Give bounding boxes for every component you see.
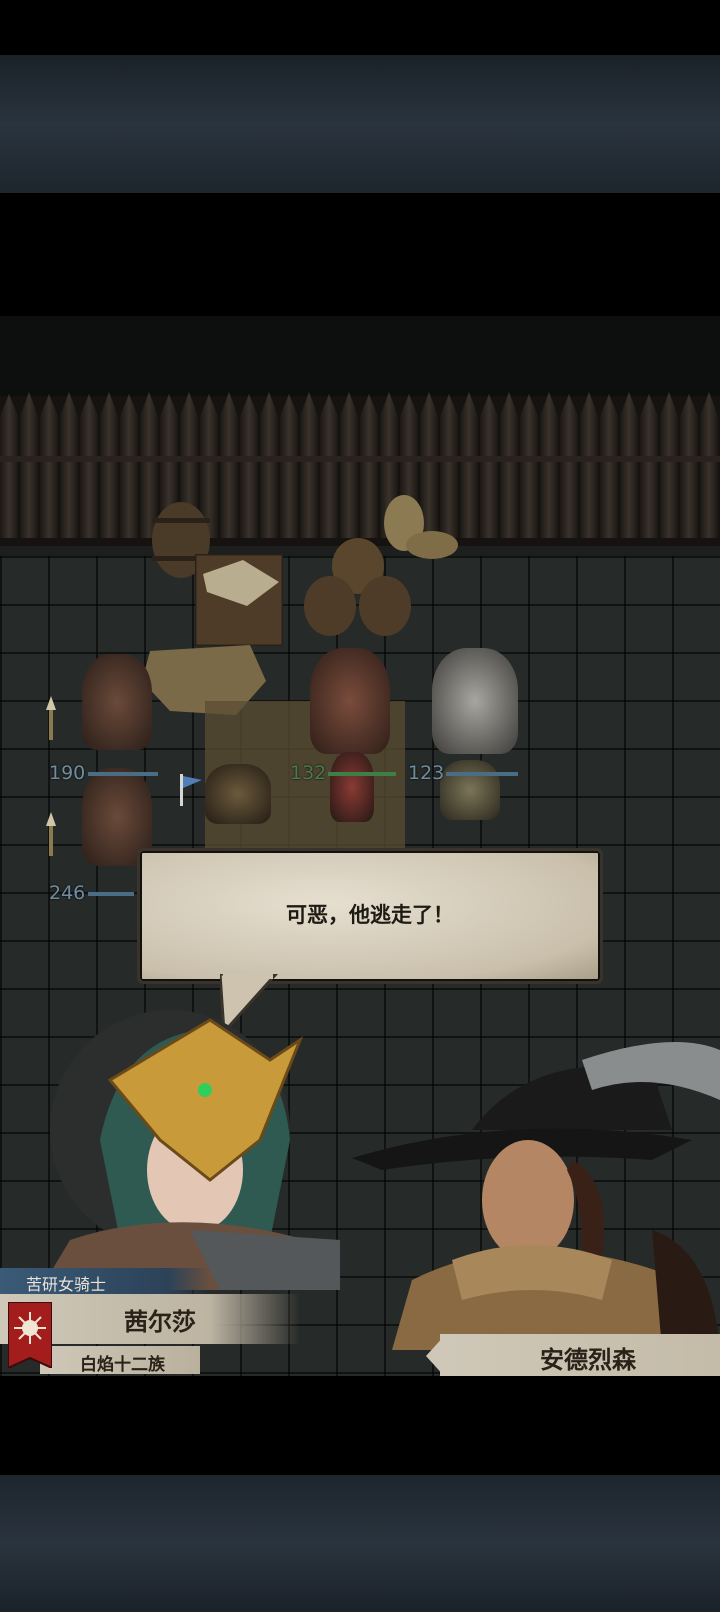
unit-hp-value: 123 <box>408 762 445 784</box>
bottom-letterbox <box>0 1376 720 1475</box>
bottom-letterbox-band <box>0 1475 720 1612</box>
dialogue-text: 可恶，他逃走了！ <box>286 904 454 927</box>
unit-hp-bar <box>88 772 158 776</box>
enemy-unit-shield-1[interactable] <box>82 654 152 750</box>
unit-hp-value: 190 <box>49 762 86 784</box>
speaker-right-name: 安德烈森 <box>540 1347 636 1374</box>
unit-hp-bar <box>88 892 134 896</box>
unit-hp-value: 246 <box>49 882 86 904</box>
enemy-unit-small[interactable] <box>330 752 374 822</box>
speaker-left-clan: 白焰十二族 <box>80 1355 165 1374</box>
dialogue-bubble[interactable]: 可恶，他逃走了！ <box>137 848 603 984</box>
sun-banner-icon <box>8 1302 52 1368</box>
speaker-left-name: 茜尔莎 <box>124 1309 196 1336</box>
enemy-unit-center[interactable] <box>310 648 390 754</box>
unit-hp-bar <box>328 772 396 776</box>
sack-prop <box>384 495 458 559</box>
ally-unit-archer[interactable] <box>440 760 500 820</box>
unit-hp-value: 132 <box>290 762 327 784</box>
ally-unit-hooded[interactable] <box>205 764 271 824</box>
portrait-left-knight <box>40 1010 340 1290</box>
unit-hp-bar <box>446 772 518 776</box>
spear-icon <box>46 812 56 856</box>
speaker-left-title: 苦研女骑士 <box>26 1277 107 1294</box>
flag-icon <box>180 774 202 806</box>
spear-icon <box>46 696 56 740</box>
palisade-fence <box>0 392 720 546</box>
crate-prop <box>195 554 283 646</box>
top-letterbox-band <box>0 55 720 193</box>
portrait-right-nobleman <box>352 1042 720 1350</box>
ally-unit-armored-knight[interactable] <box>432 648 518 754</box>
